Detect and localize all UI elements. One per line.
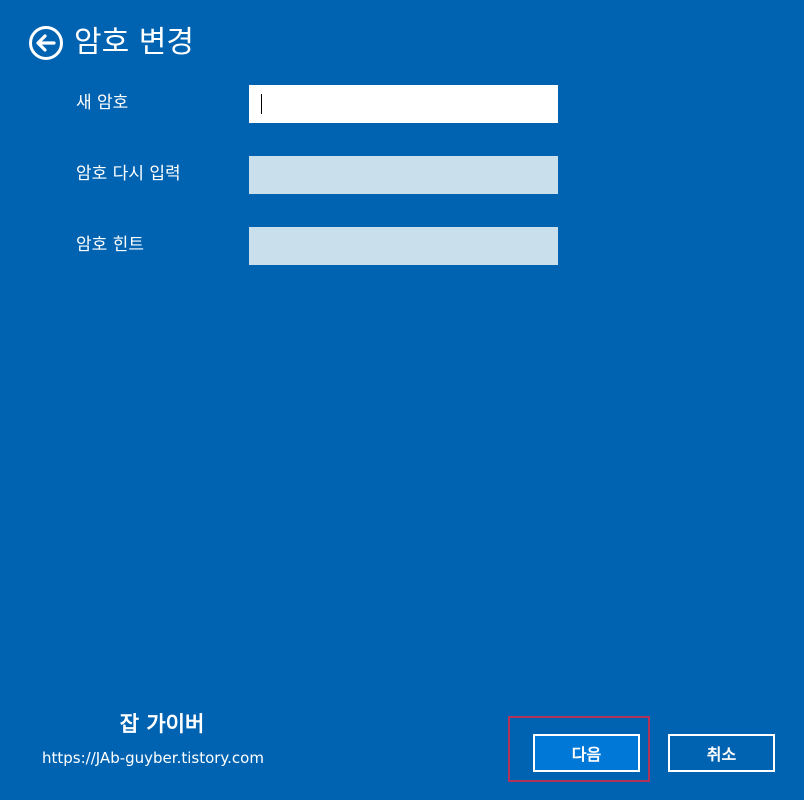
new-password-row: 새 암호: [76, 85, 558, 123]
page-title: 암호 변경: [74, 25, 194, 60]
header: 암호 변경: [28, 24, 194, 62]
watermark-url: https://JAb-guyber.tistory.com: [42, 749, 264, 767]
text-caret: [261, 94, 262, 114]
confirm-password-label: 암호 다시 입력: [76, 164, 181, 184]
watermark: 잡 가이버 https://JAb-guyber.tistory.com: [42, 710, 282, 768]
new-password-input[interactable]: [249, 85, 558, 123]
password-hint-label: 암호 힌트: [76, 235, 144, 255]
next-button[interactable]: 다음: [533, 734, 640, 772]
password-hint-input[interactable]: [249, 227, 558, 265]
back-arrow-circle-icon: [29, 26, 63, 60]
cancel-button[interactable]: 취소: [668, 734, 775, 772]
new-password-label: 새 암호: [76, 93, 129, 113]
back-button[interactable]: [28, 25, 64, 61]
password-hint-row: 암호 힌트: [76, 227, 558, 265]
confirm-password-input[interactable]: [249, 156, 558, 194]
watermark-title: 잡 가이버: [119, 712, 205, 736]
confirm-password-row: 암호 다시 입력: [76, 156, 558, 194]
